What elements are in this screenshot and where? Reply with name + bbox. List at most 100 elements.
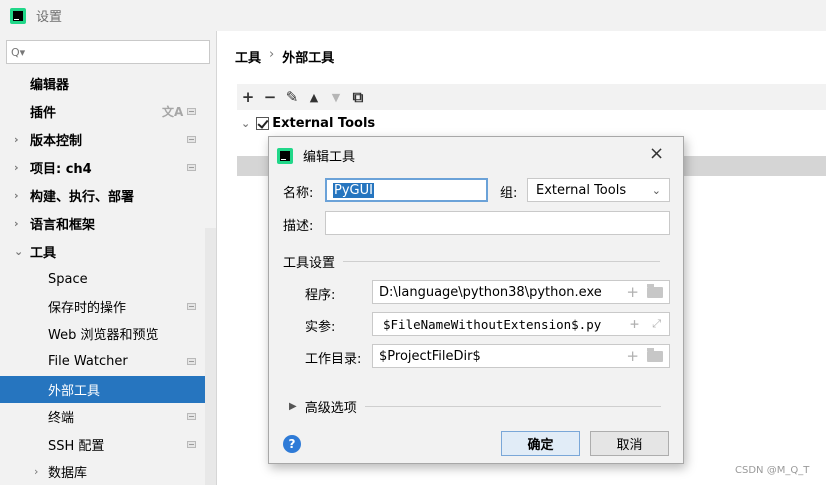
program-value: D:\language\python38\python.exe xyxy=(379,284,602,300)
program-label: 程序: xyxy=(305,288,336,303)
breadcrumb: 工具 › 外部工具 xyxy=(235,47,334,66)
insert-macro-icon[interactable]: + xyxy=(630,315,639,333)
sidebar-item-label: Web 浏览器和预览 xyxy=(48,328,159,343)
sidebar-item-file-watcher[interactable]: File Watcher xyxy=(0,348,204,375)
working-directory-label: 工作目录: xyxy=(305,352,362,367)
insert-macro-icon[interactable]: + xyxy=(626,283,639,301)
group-select-value: External Tools xyxy=(536,182,627,198)
sidebar-item-label: 数据库 xyxy=(48,466,88,481)
chevron-down-icon: ⌄ xyxy=(651,183,661,197)
sidebar-item-label: 工具 xyxy=(30,246,57,261)
sidebar-item-build[interactable]: › 构建、执行、部署 xyxy=(0,182,204,209)
title-bar: 设置 xyxy=(0,0,826,31)
folder-icon[interactable] xyxy=(647,348,663,362)
settings-badge-icon xyxy=(187,441,196,448)
breadcrumb-parent[interactable]: 工具 xyxy=(235,47,261,66)
cancel-button[interactable]: 取消 xyxy=(590,431,669,456)
sidebar-item-actions-on-save[interactable]: 保存时的操作 xyxy=(0,293,204,320)
description-input[interactable] xyxy=(325,211,670,235)
working-directory-input[interactable]: $ProjectFileDir$ + xyxy=(372,344,670,368)
breadcrumb-current: 外部工具 xyxy=(282,51,335,66)
settings-badge-icon xyxy=(187,108,196,115)
edit-icon[interactable]: ✎ xyxy=(281,88,303,106)
arguments-input[interactable]: $FileNameWithoutExtension$.py + ⤢ xyxy=(372,312,670,336)
advanced-options-section[interactable]: ▶ 高级选项 xyxy=(289,397,661,416)
chevron-right-icon: › xyxy=(14,133,19,146)
tool-name-value: PyGUI xyxy=(333,182,374,198)
pycharm-logo-icon xyxy=(10,7,26,24)
expand-icon[interactable]: ⤢ xyxy=(652,317,661,331)
chevron-right-icon: › xyxy=(34,465,39,478)
sidebar-item-label: 版本控制 xyxy=(30,134,83,149)
sidebar-scrollbar[interactable] xyxy=(205,228,216,485)
advanced-options-label: 高级选项 xyxy=(304,401,357,416)
copy-icon[interactable]: ⧉ xyxy=(347,88,369,106)
sidebar-item-web-browsers[interactable]: Web 浏览器和预览 xyxy=(0,320,204,347)
insert-macro-icon[interactable]: + xyxy=(626,347,639,365)
chevron-down-icon[interactable]: ⌄ xyxy=(241,117,250,130)
dialog-title: 编辑工具 xyxy=(303,150,356,165)
settings-badge-icon xyxy=(187,164,196,171)
pycharm-logo-icon xyxy=(277,147,293,164)
settings-sidebar: Q▾ 编辑器 插件 文A › 版本控制 › 项目: ch4 › 构建、执行、部署… xyxy=(0,31,216,485)
external-tools-toolbar: + − ✎ ▲ ▼ ⧉ xyxy=(237,84,826,110)
group-enabled-checkbox[interactable] xyxy=(256,116,270,130)
ok-button[interactable]: 确定 xyxy=(501,431,580,456)
breadcrumb-separator: › xyxy=(269,47,275,62)
sidebar-item-label: 编辑器 xyxy=(30,78,70,93)
arguments-label: 实参: xyxy=(305,320,336,335)
sidebar-item-vcs[interactable]: › 版本控制 xyxy=(0,126,204,153)
working-directory-value: $ProjectFileDir$ xyxy=(379,348,481,364)
tool-group-row[interactable]: ⌄ External Tools xyxy=(237,113,375,133)
settings-badge-icon xyxy=(187,136,196,143)
sidebar-item-label: File Watcher xyxy=(48,354,128,369)
sidebar-item-external-tools[interactable]: 外部工具 xyxy=(0,376,216,403)
settings-search-input[interactable]: Q▾ xyxy=(6,40,210,64)
settings-badge-icon xyxy=(187,303,196,310)
sidebar-item-ssh-config[interactable]: SSH 配置 xyxy=(0,431,204,458)
sidebar-item-database[interactable]: › 数据库 xyxy=(0,458,204,485)
tool-name-input[interactable]: PyGUI xyxy=(325,178,488,202)
window-title: 设置 xyxy=(36,10,63,25)
chevron-down-icon: ⌄ xyxy=(14,245,24,258)
sidebar-item-editor[interactable]: 编辑器 xyxy=(0,70,204,97)
section-divider xyxy=(343,261,661,262)
sidebar-item-label: 外部工具 xyxy=(48,384,101,399)
chevron-right-icon: › xyxy=(14,217,19,230)
sidebar-item-space[interactable]: Space xyxy=(0,266,204,293)
move-down-icon[interactable]: ▼ xyxy=(325,91,347,104)
add-icon[interactable]: + xyxy=(237,88,259,106)
edit-tool-dialog: 编辑工具 × 名称: PyGUI 组: External Tools ⌄ 描述:… xyxy=(268,136,684,464)
settings-badge-icon xyxy=(187,413,196,420)
tool-group-label: External Tools xyxy=(272,115,376,131)
move-up-icon[interactable]: ▲ xyxy=(303,91,325,104)
tool-settings-section: 工具设置 xyxy=(283,252,661,271)
name-label: 名称: xyxy=(283,186,314,201)
sidebar-item-label: 保存时的操作 xyxy=(48,301,127,316)
section-divider xyxy=(364,406,661,407)
sidebar-item-label: 项目: ch4 xyxy=(30,162,92,177)
sidebar-item-terminal[interactable]: 终端 xyxy=(0,403,204,430)
sidebar-item-label: 插件 xyxy=(30,106,57,121)
arguments-value: $FileNameWithoutExtension$.py xyxy=(383,316,602,332)
chevron-right-icon: › xyxy=(14,161,19,174)
sidebar-item-languages[interactable]: › 语言和框架 xyxy=(0,210,204,237)
sidebar-item-project[interactable]: › 项目: ch4 xyxy=(0,154,204,181)
folder-icon[interactable] xyxy=(647,284,663,298)
help-icon[interactable]: ? xyxy=(283,435,301,453)
description-label: 描述: xyxy=(283,219,314,234)
close-icon[interactable]: × xyxy=(649,143,664,164)
sidebar-item-label: Space xyxy=(48,272,88,287)
program-input[interactable]: D:\language\python38\python.exe + xyxy=(372,280,670,304)
group-select[interactable]: External Tools ⌄ xyxy=(527,178,670,202)
remove-icon[interactable]: − xyxy=(259,88,281,106)
sidebar-item-label: 构建、执行、部署 xyxy=(30,190,135,205)
sidebar-item-tools[interactable]: ⌄ 工具 xyxy=(0,238,204,265)
sidebar-item-label: 终端 xyxy=(48,411,75,426)
sidebar-item-plugins[interactable]: 插件 文A xyxy=(0,98,204,125)
watermark: CSDN @M_Q_T xyxy=(735,465,810,476)
translate-icon: 文A xyxy=(162,105,184,119)
chevron-right-icon: ▶ xyxy=(289,401,297,412)
sidebar-item-label: 语言和框架 xyxy=(30,218,96,233)
chevron-right-icon: › xyxy=(14,189,19,202)
